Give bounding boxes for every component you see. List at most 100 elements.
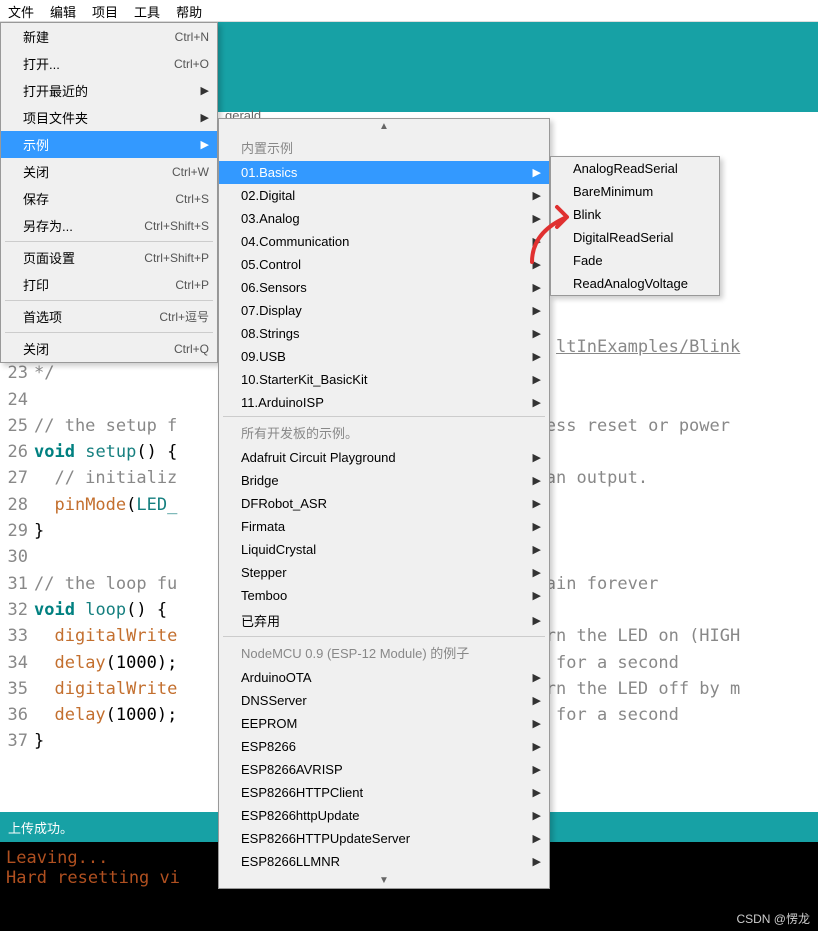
menu-project-folder[interactable]: 项目文件夹▶ [1, 104, 217, 131]
menu-page-setup-shortcut: Ctrl+Shift+P [144, 251, 209, 265]
examples-item[interactable]: 09.USB▶ [219, 345, 549, 368]
menu-quit-label: 关闭 [23, 339, 49, 358]
examples-item[interactable]: ESP8266HTTPClient▶ [219, 781, 549, 804]
menu-close[interactable]: 关闭Ctrl+W [1, 158, 217, 185]
examples-item[interactable]: Firmata▶ [219, 515, 549, 538]
chevron-right-icon: ▶ [533, 212, 541, 225]
examples-item[interactable]: ESP8266▶ [219, 735, 549, 758]
examples-item[interactable]: Stepper▶ [219, 561, 549, 584]
chevron-right-icon: ▶ [533, 497, 541, 510]
menu-examples[interactable]: 示例 ▶ [1, 131, 217, 158]
examples-item[interactable]: DNSServer▶ [219, 689, 549, 712]
examples-item[interactable]: 05.Control▶ [219, 253, 549, 276]
examples-item-label: ArduinoOTA [241, 670, 312, 685]
chevron-right-icon: ▶ [533, 258, 541, 271]
examples-item-label: 10.StarterKit_BasicKit [241, 372, 367, 387]
basics-item[interactable]: DigitalReadSerial [551, 226, 719, 249]
chevron-right-icon: ▶ [533, 566, 541, 579]
chevron-right-icon: ▶ [533, 451, 541, 464]
line-number: 37 [0, 728, 34, 754]
examples-item-label: Temboo [241, 588, 287, 603]
menu-open-recent[interactable]: 打开最近的▶ [1, 77, 217, 104]
examples-item[interactable]: 04.Communication▶ [219, 230, 549, 253]
examples-item[interactable]: 03.Analog▶ [219, 207, 549, 230]
menu-separator [223, 636, 545, 637]
menu-new[interactable]: 新建Ctrl+N [1, 23, 217, 50]
menu-save[interactable]: 保存Ctrl+S [1, 185, 217, 212]
chevron-right-icon: ▶ [533, 717, 541, 730]
watermark: CSDN @愣龙 [736, 910, 810, 927]
examples-item[interactable]: ArduinoOTA ▶ [219, 666, 549, 689]
chevron-right-icon: ▶ [533, 189, 541, 202]
examples-item-label: 09.USB [241, 349, 286, 364]
menu-preferences[interactable]: 首选项Ctrl+逗号 [1, 303, 217, 330]
line-number: 26 [0, 439, 34, 465]
examples-item[interactable]: 06.Sensors▶ [219, 276, 549, 299]
basics-item[interactable]: BareMinimum [551, 180, 719, 203]
line-number: 23 [0, 360, 34, 386]
examples-item[interactable]: ESP8266AVRISP▶ [219, 758, 549, 781]
examples-item-label: 04.Communication [241, 234, 349, 249]
chevron-right-icon: ▶ [533, 832, 541, 845]
chevron-right-icon: ▶ [533, 809, 541, 822]
chevron-right-icon: ▶ [533, 373, 541, 386]
examples-item[interactable]: 已弃用▶ [219, 607, 549, 634]
basics-item[interactable]: Fade [551, 249, 719, 272]
examples-item[interactable]: 01.Basics▶ [219, 161, 549, 184]
menu-open-shortcut: Ctrl+O [174, 57, 209, 71]
menu-new-label: 新建 [23, 27, 49, 46]
menu-quit[interactable]: 关闭Ctrl+Q [1, 335, 217, 362]
basics-menu: AnalogReadSerialBareMinimumBlinkDigitalR… [550, 156, 720, 296]
chevron-right-icon: ▶ [533, 520, 541, 533]
menu-examples-label: 示例 [23, 135, 49, 154]
menu-page-setup[interactable]: 页面设置Ctrl+Shift+P [1, 244, 217, 271]
examples-item[interactable]: 08.Strings▶ [219, 322, 549, 345]
examples-item[interactable]: ESP8266LLMNR ▶ [219, 850, 549, 873]
chevron-right-icon: ▶ [533, 855, 541, 868]
menubar-edit[interactable]: 编辑 [42, 0, 84, 21]
menu-print-label: 打印 [23, 275, 49, 294]
examples-item[interactable]: Bridge▶ [219, 469, 549, 492]
menubar-project[interactable]: 项目 [84, 0, 126, 21]
examples-item-label: ESP8266 [241, 739, 296, 754]
chevron-right-icon: ▶ [533, 671, 541, 684]
chevron-right-icon: ▶ [533, 786, 541, 799]
chevron-right-icon: ▶ [533, 474, 541, 487]
menu-open-label: 打开... [23, 54, 60, 73]
menubar-file[interactable]: 文件 [0, 0, 42, 21]
examples-item-label: 02.Digital [241, 188, 295, 203]
menu-print[interactable]: 打印Ctrl+P [1, 271, 217, 298]
menubar-help[interactable]: 帮助 [168, 0, 210, 21]
scroll-up-icon[interactable]: ▲ [219, 119, 549, 134]
examples-item[interactable]: 10.StarterKit_BasicKit ▶ [219, 368, 549, 391]
basics-item[interactable]: AnalogReadSerial [551, 157, 719, 180]
basics-item[interactable]: ReadAnalogVoltage [551, 272, 719, 295]
menu-separator [5, 241, 213, 242]
examples-item[interactable]: Adafruit Circuit Playground ▶ [219, 446, 549, 469]
line-number: 35 [0, 676, 34, 702]
examples-item[interactable]: Temboo▶ [219, 584, 549, 607]
menu-separator [223, 416, 545, 417]
examples-item[interactable]: 07.Display▶ [219, 299, 549, 322]
chevron-right-icon: ▶ [533, 694, 541, 707]
examples-item[interactable]: 02.Digital ▶ [219, 184, 549, 207]
examples-item-label: 06.Sensors [241, 280, 307, 295]
examples-item[interactable]: ESP8266httpUpdate▶ [219, 804, 549, 827]
console-line: Leaving... [6, 848, 108, 868]
examples-item[interactable]: 11.ArduinoISP▶ [219, 391, 549, 414]
examples-item[interactable]: EEPROM▶ [219, 712, 549, 735]
menu-open[interactable]: 打开... Ctrl+O [1, 50, 217, 77]
scroll-down-icon[interactable]: ▼ [219, 873, 549, 888]
menubar-tools[interactable]: 工具 [126, 0, 168, 21]
examples-item[interactable]: LiquidCrystal▶ [219, 538, 549, 561]
basics-item[interactable]: Blink [551, 203, 719, 226]
examples-item-label: ESP8266LLMNR [241, 854, 340, 869]
line-number: 27 [0, 465, 34, 491]
menu-close-shortcut: Ctrl+W [172, 165, 209, 179]
chevron-right-icon: ▶ [201, 138, 209, 151]
examples-item-label: Adafruit Circuit Playground [241, 450, 396, 465]
chevron-right-icon: ▶ [533, 304, 541, 317]
examples-item[interactable]: ESP8266HTTPUpdateServer▶ [219, 827, 549, 850]
menu-save-as[interactable]: 另存为...Ctrl+Shift+S [1, 212, 217, 239]
examples-item[interactable]: DFRobot_ASR▶ [219, 492, 549, 515]
